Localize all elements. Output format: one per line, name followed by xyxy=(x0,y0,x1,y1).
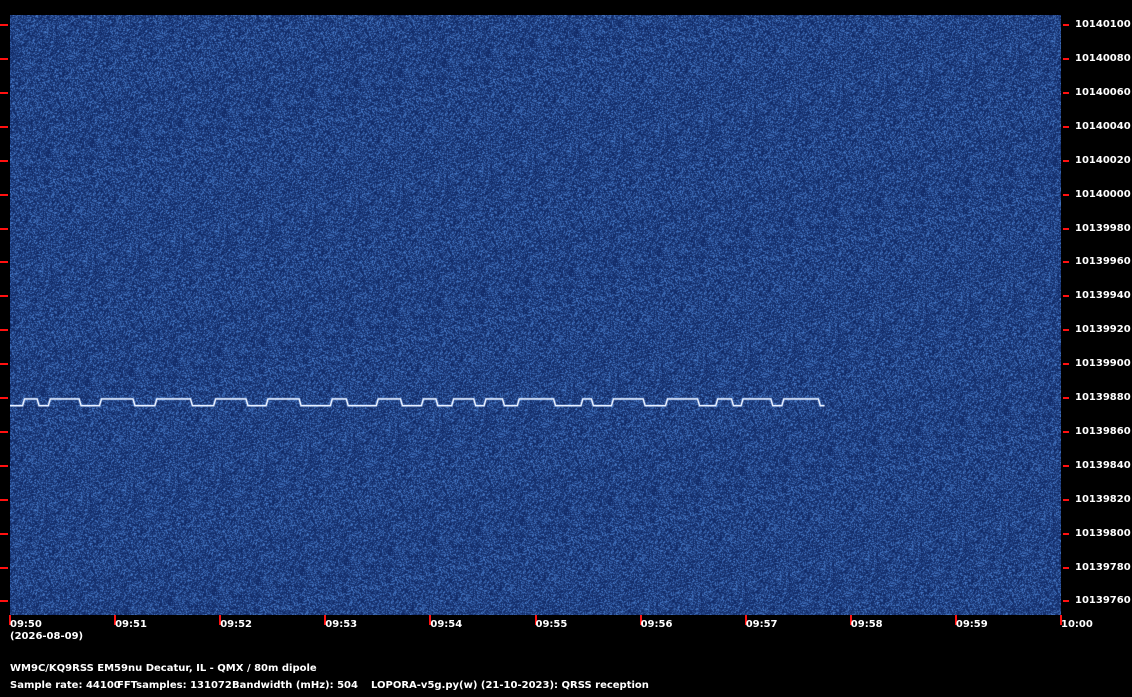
y-tick-label: 10139940 xyxy=(1075,290,1131,302)
y-tick-right xyxy=(1063,498,1069,501)
y-tick-label: 10139840 xyxy=(1075,459,1131,471)
y-tick-left xyxy=(0,532,8,535)
y-tick-left xyxy=(0,125,8,128)
y-tick-right xyxy=(1063,125,1069,128)
x-tick-label: 09:53 xyxy=(325,619,358,630)
x-tick-label: 09:54 xyxy=(430,619,463,630)
x-tick-label: 09:50 xyxy=(10,619,42,630)
y-tick-left xyxy=(0,329,8,332)
y-tick-right xyxy=(1063,295,1069,298)
y-tick-left xyxy=(0,600,8,603)
y-tick-right xyxy=(1063,464,1069,467)
y-tick-label: 10139900 xyxy=(1075,358,1131,370)
y-tick-right xyxy=(1063,227,1069,230)
station-info: WM9C/KQ9RSS EM59nu Decatur, IL - QMX / 8… xyxy=(10,663,317,674)
y-tick-label: 10140000 xyxy=(1075,188,1131,200)
y-tick-right xyxy=(1063,91,1069,94)
y-tick-right xyxy=(1063,363,1069,366)
y-tick-left xyxy=(0,58,8,61)
y-tick-left xyxy=(0,363,8,366)
x-tick-label: 09:56 xyxy=(640,619,673,630)
y-tick-label: 10139920 xyxy=(1075,324,1131,336)
y-tick-right xyxy=(1063,532,1069,535)
bandwidth: Bandwidth (mHz): 504 xyxy=(232,680,358,691)
x-tick-label: 09:55 xyxy=(535,619,568,630)
y-tick-left xyxy=(0,159,8,162)
y-tick-left xyxy=(0,193,8,196)
y-tick-label: 10139960 xyxy=(1075,256,1131,268)
y-tick-label: 10140020 xyxy=(1075,154,1131,166)
y-tick-right xyxy=(1063,600,1069,603)
software-info: LOPORA-v5g.py(w) (21-10-2023): QRSS rece… xyxy=(371,680,649,691)
x-tick-label: 09:59 xyxy=(955,619,988,630)
y-tick-label: 10139820 xyxy=(1075,493,1131,505)
waterfall-spectrogram xyxy=(10,15,1061,615)
y-tick-label: 10139800 xyxy=(1075,527,1131,539)
y-tick-right xyxy=(1063,329,1069,332)
y-tick-left xyxy=(0,227,8,230)
y-tick-left xyxy=(0,91,8,94)
y-tick-label: 10140060 xyxy=(1075,86,1131,98)
y-tick-right xyxy=(1063,58,1069,61)
y-tick-label: 10139880 xyxy=(1075,392,1131,404)
y-tick-left xyxy=(0,464,8,467)
y-tick-left xyxy=(0,261,8,264)
x-tick-label: 09:52 xyxy=(220,619,253,630)
signal-glow xyxy=(10,397,825,408)
y-tick-left xyxy=(0,430,8,433)
x-tick-label: 10:00 xyxy=(1061,619,1093,630)
fft-samples: FFTsamples: 131072 xyxy=(117,680,232,691)
y-tick-left xyxy=(0,566,8,569)
y-tick-label: 10140040 xyxy=(1075,120,1131,132)
signal-trace xyxy=(10,397,825,408)
y-tick-label: 10139860 xyxy=(1075,425,1131,437)
y-tick-right xyxy=(1063,261,1069,264)
y-tick-label: 10139980 xyxy=(1075,222,1131,234)
y-tick-label: 10140100 xyxy=(1075,19,1131,31)
y-tick-left xyxy=(0,295,8,298)
sample-rate: Sample rate: 44100 xyxy=(10,680,121,691)
y-tick-label: 10139780 xyxy=(1075,561,1131,573)
y-tick-label: 10139760 xyxy=(1075,595,1131,607)
date-label: (2026-08-09) xyxy=(10,631,84,642)
y-tick-left xyxy=(0,498,8,501)
y-tick-right xyxy=(1063,193,1069,196)
x-tick-label: 09:51 xyxy=(115,619,147,630)
y-tick-label: 10140080 xyxy=(1075,53,1131,65)
y-tick-left xyxy=(0,24,8,27)
y-tick-right xyxy=(1063,566,1069,569)
y-tick-right xyxy=(1063,159,1069,162)
y-tick-left xyxy=(0,397,8,400)
y-tick-right xyxy=(1063,430,1069,433)
x-tick-label: 09:57 xyxy=(745,619,778,630)
x-tick-label: 09:58 xyxy=(850,619,883,630)
y-tick-right xyxy=(1063,397,1069,400)
y-tick-right xyxy=(1063,24,1069,27)
